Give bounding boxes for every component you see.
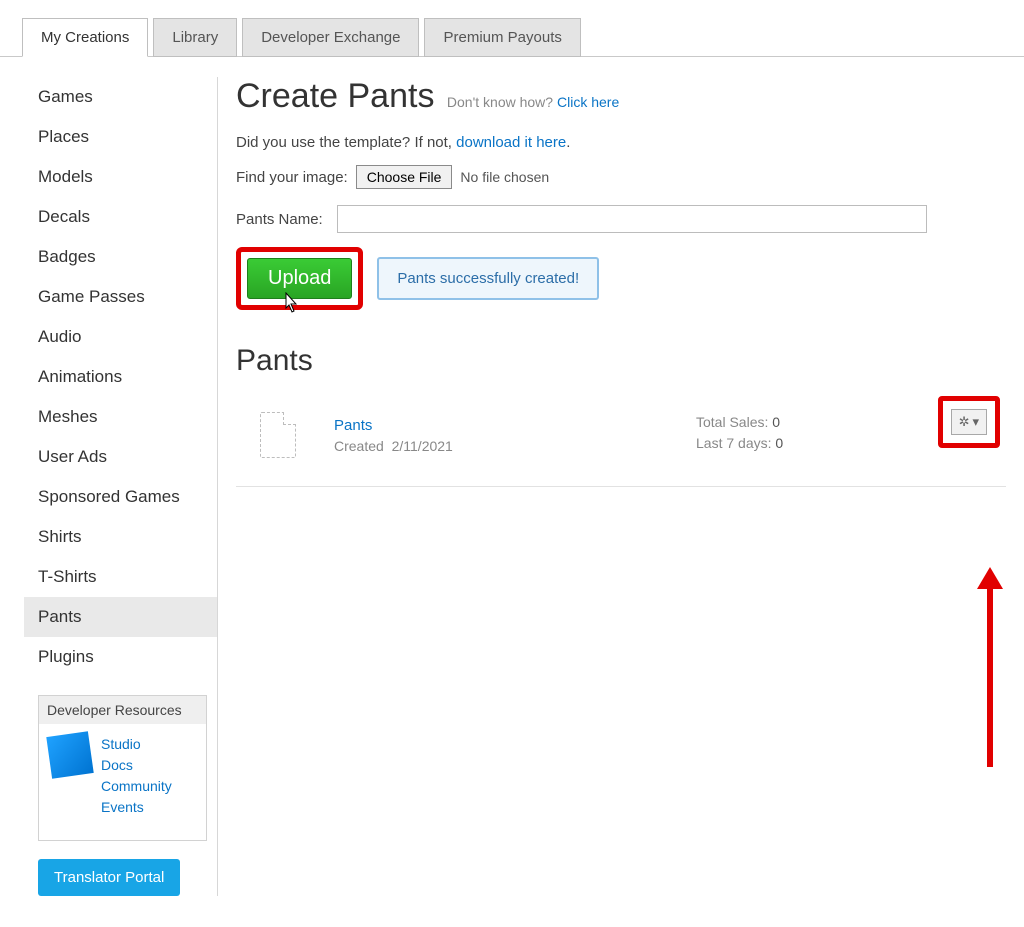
created-date: 2/11/2021 [392,438,453,454]
sidebar-item-audio[interactable]: Audio [24,317,217,357]
developer-resources-box: Developer Resources Studio Docs Communit… [38,695,207,841]
download-template-link[interactable]: download it here [456,134,566,151]
total-sales-value: 0 [772,414,780,430]
sidebar-item-animations[interactable]: Animations [24,357,217,397]
dev-link-docs[interactable]: Docs [101,755,172,776]
item-row: Pants Created 2/11/2021 Total Sales: 0 L… [236,378,1006,487]
choose-file-button[interactable]: Choose File [356,165,453,189]
item-stats: Total Sales: 0 Last 7 days: 0 [696,412,783,454]
section-title-pants: Pants [236,344,1006,378]
mouse-cursor-icon [281,292,299,319]
page-title: Create Pants [236,77,434,116]
total-sales-label: Total Sales: [696,414,768,430]
tab-premium-payouts[interactable]: Premium Payouts [424,18,580,57]
sidebar-item-user-ads[interactable]: User Ads [24,437,217,477]
sidebar-item-models[interactable]: Models [24,157,217,197]
sidebar-item-game-passes[interactable]: Game Passes [24,277,217,317]
template-question-text: Did you use the template? If not, [236,134,456,151]
sidebar-item-sponsored-games[interactable]: Sponsored Games [24,477,217,517]
template-line: Did you use the template? If not, downlo… [236,134,1006,151]
translator-portal-button[interactable]: Translator Portal [38,859,180,896]
upload-highlight-box: Upload [236,247,363,310]
gear-highlight-box: ✲ ▾ [938,396,1000,448]
help-prefix: Don't know how? [447,94,557,110]
gear-icon: ✲ [959,414,970,430]
sidebar-item-plugins[interactable]: Plugins [24,637,217,677]
tab-developer-exchange[interactable]: Developer Exchange [242,18,419,57]
sidebar-item-pants[interactable]: Pants [24,597,217,637]
red-arrow-annotation [987,587,993,767]
upload-button[interactable]: Upload [247,258,352,299]
sidebar-item-meshes[interactable]: Meshes [24,397,217,437]
dev-link-studio[interactable]: Studio [101,734,172,755]
developer-resources-title: Developer Resources [39,696,206,724]
sidebar-item-places[interactable]: Places [24,117,217,157]
main-content: Create Pants Don't know how? Click here … [218,77,1024,896]
last7-value: 0 [775,435,783,451]
caret-down-icon: ▾ [972,414,979,430]
dev-link-community[interactable]: Community [101,776,172,797]
sidebar-item-badges[interactable]: Badges [24,237,217,277]
item-created: Created 2/11/2021 [334,438,453,454]
success-message: Pants successfully created! [377,257,599,300]
name-row: Pants Name: [236,205,1006,233]
main-tabs: My Creations Library Developer Exchange … [0,0,1024,57]
pants-name-input[interactable] [337,205,927,233]
find-image-row: Find your image: Choose File No file cho… [236,165,1006,189]
sidebar-item-decals[interactable]: Decals [24,197,217,237]
sidebar-item-shirts[interactable]: Shirts [24,517,217,557]
last7-label: Last 7 days: [696,435,772,451]
tab-my-creations[interactable]: My Creations [22,18,148,57]
pants-name-label: Pants Name: [236,211,323,228]
roblox-studio-icon [46,731,93,778]
sidebar-item-games[interactable]: Games [24,77,217,117]
created-label: Created [334,438,384,454]
sidebar: Games Places Models Decals Badges Game P… [0,77,218,896]
no-file-text: No file chosen [460,169,549,185]
dev-link-events[interactable]: Events [101,797,172,818]
sidebar-item-tshirts[interactable]: T-Shirts [24,557,217,597]
file-icon [260,412,296,458]
help-text: Don't know how? Click here [447,94,619,110]
find-image-label: Find your image: [236,169,348,186]
tab-library[interactable]: Library [153,18,237,57]
item-name-link[interactable]: Pants [334,417,453,434]
item-settings-button[interactable]: ✲ ▾ [951,409,987,435]
help-link[interactable]: Click here [557,94,619,110]
